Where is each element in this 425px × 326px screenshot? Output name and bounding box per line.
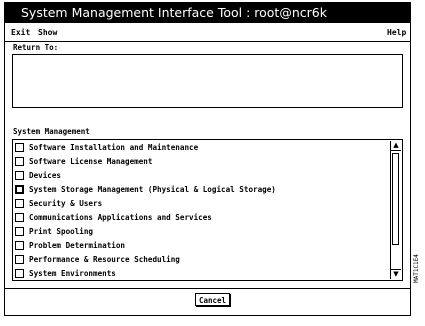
list-item-label: Print Spooling (29, 227, 94, 236)
checkbox[interactable] (15, 241, 24, 250)
checkbox[interactable] (15, 171, 24, 180)
list-item-label: Security & Users (29, 199, 103, 208)
system-management-list[interactable]: Software Installation and Maintenance So… (12, 139, 403, 281)
list-item-label: Performance & Resource Scheduling (29, 255, 180, 264)
list-item[interactable]: Software Installation and Maintenance (14, 141, 388, 154)
window-title: System Management Interface Tool : root@… (21, 5, 327, 20)
list-item-label: System Storage Management (Physical & Lo… (29, 185, 276, 194)
list-item[interactable]: Devices (14, 169, 388, 182)
checkbox[interactable] (15, 199, 24, 208)
menu-exit[interactable]: Exit (11, 24, 30, 41)
list-item[interactable]: Security & Users (14, 197, 388, 210)
list-item[interactable]: Print Spooling (14, 225, 388, 238)
list-item-label: Communications Applications and Services (29, 213, 212, 222)
list-item[interactable]: System Storage Management (Physical & Lo… (14, 183, 388, 196)
title-bar[interactable]: System Management Interface Tool : root@… (5, 3, 410, 23)
list-item[interactable]: Software License Management (14, 155, 388, 168)
checkbox[interactable] (15, 143, 24, 152)
menu-help[interactable]: Help (387, 24, 406, 41)
list-item[interactable]: Performance & Resource Scheduling (14, 253, 388, 266)
figure-id: MAT1C1E4 (413, 254, 420, 283)
vertical-scrollbar[interactable]: ▲ ▼ (390, 141, 401, 279)
divider (5, 288, 410, 289)
menu-bar: Exit Show Help (5, 24, 410, 42)
checkbox[interactable] (15, 269, 24, 278)
list-item-label: Software License Management (29, 157, 153, 166)
list-item[interactable]: Problem Determination (14, 239, 388, 252)
return-to-list[interactable] (12, 54, 403, 108)
scroll-up-icon[interactable]: ▲ (391, 141, 401, 151)
checkbox[interactable] (15, 213, 24, 222)
list-item-label: Problem Determination (29, 241, 126, 250)
list-item-label: Devices (29, 171, 62, 180)
checkbox[interactable] (15, 227, 24, 236)
list-item[interactable]: System Environments (14, 267, 388, 280)
menu-show[interactable]: Show (38, 24, 57, 41)
checkbox[interactable] (15, 255, 24, 264)
list-item-label: System Environments (29, 269, 116, 278)
checkbox[interactable] (15, 157, 24, 166)
cancel-button[interactable]: Cancel (195, 293, 230, 306)
system-management-label: System Management (13, 127, 90, 136)
smit-window: System Management Interface Tool : root@… (4, 2, 411, 316)
scroll-down-icon[interactable]: ▼ (391, 269, 401, 279)
scroll-thumb[interactable] (392, 153, 399, 245)
list-item-label: Software Installation and Maintenance (29, 143, 199, 152)
list-item[interactable]: Communications Applications and Services (14, 211, 388, 224)
checkbox[interactable] (15, 185, 24, 194)
return-to-label: Return To: (13, 43, 59, 52)
